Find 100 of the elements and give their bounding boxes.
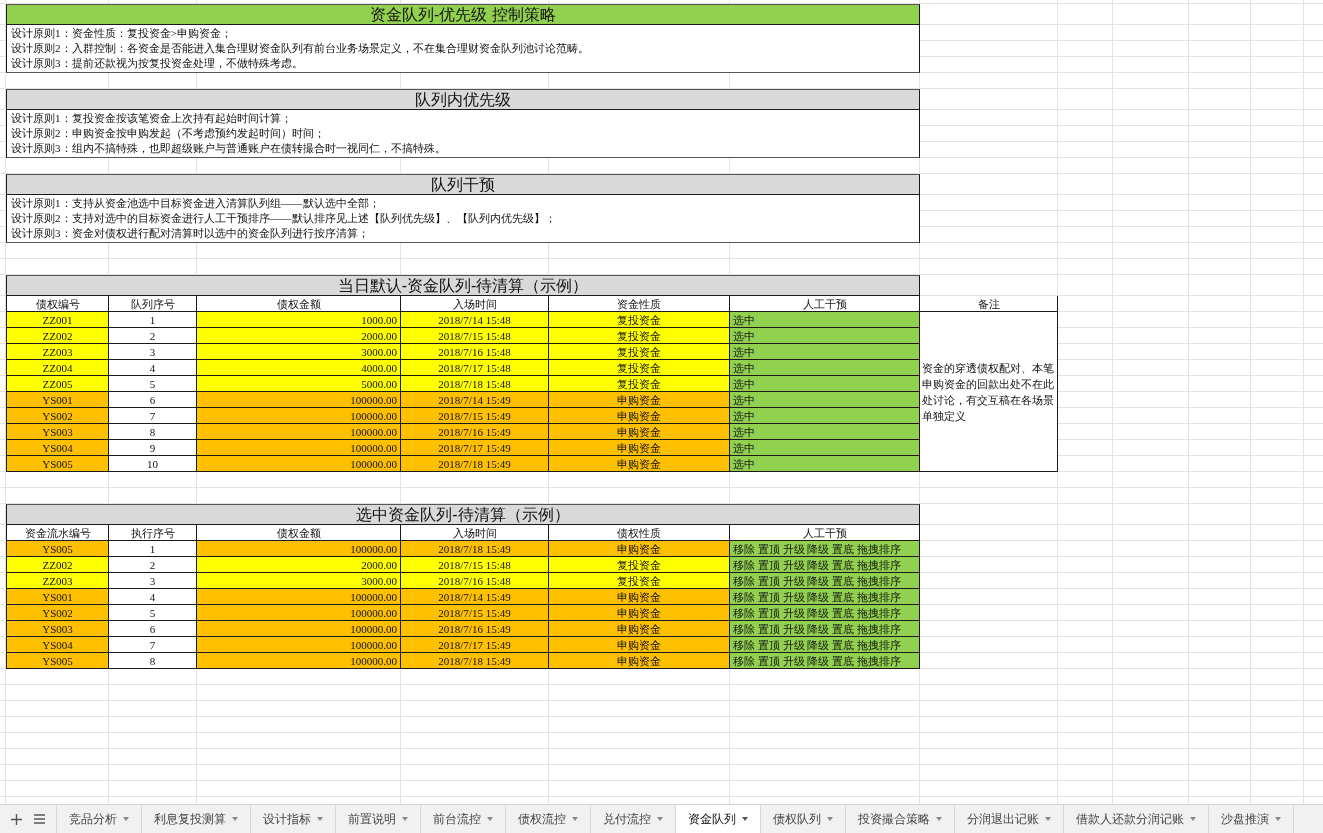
caret-icon[interactable]: [232, 817, 238, 821]
table-cell: 选中: [730, 408, 920, 424]
table-cell: 2018/7/16 15:48: [401, 344, 549, 360]
column-header: 债权编号: [6, 296, 109, 312]
table-cell: 移除 置顶 升级 降级 置底 拖拽排序: [730, 589, 920, 605]
caret-icon[interactable]: [317, 817, 323, 821]
sheet-tab[interactable]: 债权流控: [506, 805, 591, 833]
table-cell: 选中: [730, 360, 920, 376]
table-cell: 5: [109, 605, 197, 621]
caret-icon[interactable]: [1190, 817, 1196, 821]
column-header: 债权性质: [549, 525, 730, 541]
table-cell: YS002: [6, 408, 109, 424]
table-cell: 申购资金: [549, 408, 730, 424]
caret-icon[interactable]: [1275, 817, 1281, 821]
column-header: 人工干预: [730, 525, 920, 541]
column-header: 资金流水编号: [6, 525, 109, 541]
menu-icon[interactable]: [33, 814, 45, 824]
table-cell: ZZ002: [6, 557, 109, 573]
caret-icon[interactable]: [123, 817, 129, 821]
table-cell: 申购资金: [549, 605, 730, 621]
table-cell: 8: [109, 653, 197, 669]
column-header: 队列序号: [109, 296, 197, 312]
table-cell: 2018/7/17 15:49: [401, 637, 549, 653]
caret-icon[interactable]: [827, 817, 833, 821]
table-cell: 2018/7/17 15:49: [401, 440, 549, 456]
table-cell: 复投资金: [549, 328, 730, 344]
principle-text: 设计原则2：申购资金按申购发起（不考虑预约发起时间）时间；: [11, 126, 325, 141]
table-cell: 申购资金: [549, 392, 730, 408]
sheet-tab[interactable]: 分润退出记账: [955, 805, 1064, 833]
table-cell: YS001: [6, 589, 109, 605]
table-cell: 6: [109, 392, 197, 408]
table-cell: ZZ002: [6, 328, 109, 344]
column-header: 债权金额: [197, 525, 401, 541]
table-cell: 3: [109, 573, 197, 589]
column-header: 债权金额: [197, 296, 401, 312]
table-cell: 2018/7/15 15:49: [401, 408, 549, 424]
table-cell: 申购资金: [549, 440, 730, 456]
caret-icon[interactable]: [1045, 817, 1051, 821]
table-cell: 2018/7/14 15:49: [401, 589, 549, 605]
principle-text: 设计原则3：资金对债权进行配对清算时以选中的资金队列进行按序清算；: [11, 226, 369, 241]
sheet-tab[interactable]: 竞品分析: [57, 805, 142, 833]
table-cell: 申购资金: [549, 424, 730, 440]
table-cell: ZZ004: [6, 360, 109, 376]
table-cell: 2018/7/15 15:48: [401, 328, 549, 344]
table-cell: 100000.00: [197, 440, 401, 456]
column-header: 执行序号: [109, 525, 197, 541]
caret-icon[interactable]: [487, 817, 493, 821]
table-cell: YS004: [6, 440, 109, 456]
table-cell: 7: [109, 637, 197, 653]
table-cell: 申购资金: [549, 637, 730, 653]
table-cell: 2018/7/16 15:49: [401, 621, 549, 637]
table-cell: YS004: [6, 637, 109, 653]
table-cell: ZZ005: [6, 376, 109, 392]
caret-icon[interactable]: [742, 817, 748, 821]
table-cell: 复投资金: [549, 344, 730, 360]
principle-text: 设计原则1：支持从资金池选中目标资金进入清算队列组——默认选中全部；: [11, 196, 380, 211]
plus-icon[interactable]: [11, 813, 23, 825]
table-cell: 4: [109, 589, 197, 605]
sheet-tab[interactable]: 前置说明: [336, 805, 421, 833]
sheet-tab[interactable]: 借款人还款分润记账: [1064, 805, 1209, 833]
table-cell: 10: [109, 456, 197, 472]
table-cell: 100000.00: [197, 456, 401, 472]
table-cell: YS003: [6, 621, 109, 637]
section-title: 队列干预: [6, 174, 920, 195]
table-cell: 复投资金: [549, 360, 730, 376]
table-cell: 移除 置顶 升级 降级 置底 拖拽排序: [730, 653, 920, 669]
column-header: 入场时间: [401, 296, 549, 312]
sheet-tab[interactable]: 前台流控: [421, 805, 506, 833]
sheet-tab[interactable]: 设计指标: [251, 805, 336, 833]
table-cell: 5: [109, 376, 197, 392]
sheet-tab[interactable]: 沙盘推演: [1209, 805, 1294, 833]
table-cell: 2018/7/14 15:48: [401, 312, 549, 328]
table-cell: 移除 置顶 升级 降级 置底 拖拽排序: [730, 637, 920, 653]
table-cell: 移除 置顶 升级 降级 置底 拖拽排序: [730, 541, 920, 557]
table-cell: 选中: [730, 328, 920, 344]
caret-icon[interactable]: [572, 817, 578, 821]
table-cell: 申购资金: [549, 589, 730, 605]
caret-icon[interactable]: [657, 817, 663, 821]
table-cell: 2018/7/15 15:48: [401, 557, 549, 573]
table-cell: 9: [109, 440, 197, 456]
sheet-tab[interactable]: 资金队列: [676, 805, 761, 833]
caret-icon[interactable]: [402, 817, 408, 821]
table-cell: 2018/7/16 15:48: [401, 573, 549, 589]
table-cell: 2018/7/18 15:49: [401, 456, 549, 472]
sheet-tab[interactable]: 债权队列: [761, 805, 846, 833]
table-title: 选中资金队列-待清算（示例）: [6, 504, 920, 525]
table-cell: 选中: [730, 376, 920, 392]
sheet-tab[interactable]: 利息复投测算: [142, 805, 251, 833]
table-cell: 申购资金: [549, 653, 730, 669]
sheet-tab[interactable]: 投资撮合策略: [846, 805, 955, 833]
table-cell: 100000.00: [197, 637, 401, 653]
table-cell: 100000.00: [197, 621, 401, 637]
section-title: 队列内优先级: [6, 89, 920, 110]
table-cell: 复投资金: [549, 573, 730, 589]
table-cell: 6: [109, 621, 197, 637]
table-cell: 2018/7/16 15:49: [401, 424, 549, 440]
table-cell: 7: [109, 408, 197, 424]
table-title: 当日默认-资金队列-待清算（示例）: [6, 275, 920, 296]
table-cell: 申购资金: [549, 621, 730, 637]
caret-icon[interactable]: [936, 817, 942, 821]
